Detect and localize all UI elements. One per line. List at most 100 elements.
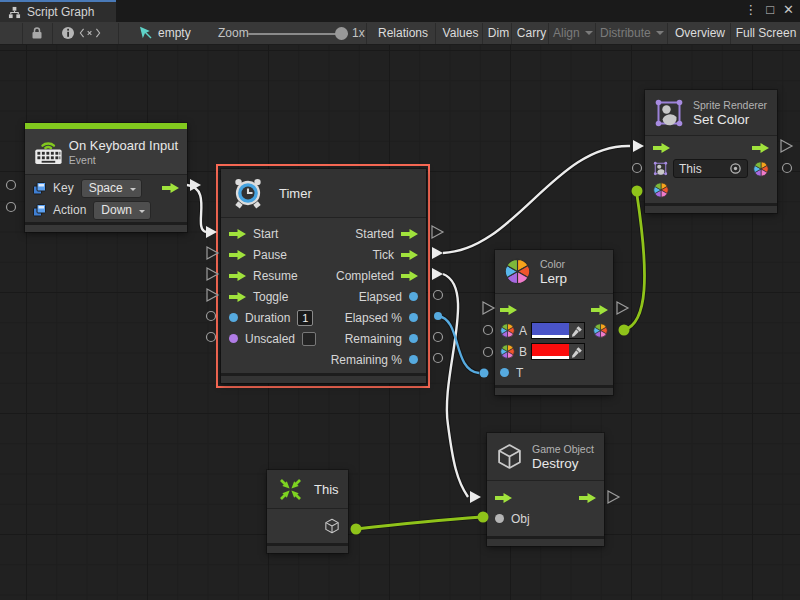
flow-in-port[interactable] — [229, 250, 246, 260]
port-triangle[interactable] — [781, 140, 792, 152]
port-label: Start — [253, 227, 278, 241]
node-category: Color — [540, 258, 567, 270]
flow-in-port[interactable] — [653, 143, 670, 153]
tab-script-graph[interactable]: Script Graph — [0, 0, 116, 22]
value-in-port[interactable] — [229, 334, 238, 343]
port-triangle[interactable] — [432, 226, 443, 238]
color-in-port[interactable] — [500, 323, 515, 338]
node-on-keyboard-input[interactable]: On Keyboard Input Event Key Space Action… — [25, 123, 187, 232]
zoom-slider-knob[interactable] — [335, 27, 348, 40]
value-out-port[interactable] — [409, 355, 418, 364]
port-circle[interactable] — [434, 333, 443, 342]
port-circle[interactable] — [484, 326, 493, 335]
graph-canvas[interactable]: On Keyboard Input Event Key Space Action… — [0, 45, 800, 600]
color-b-field[interactable] — [531, 343, 585, 360]
distribute-button[interactable]: Distribute — [600, 22, 664, 44]
keyboard-icon — [34, 138, 63, 166]
node-subtitle: Event — [69, 154, 178, 166]
info-button[interactable] — [58, 22, 78, 44]
flow-in-port[interactable] — [500, 305, 517, 315]
lock-icon — [30, 26, 44, 40]
port-circle[interactable] — [7, 203, 16, 212]
value-in-port[interactable] — [229, 313, 238, 322]
port-circle[interactable] — [7, 181, 16, 190]
wire-lerp-to-setcolor — [624, 195, 645, 330]
info-icon — [61, 26, 75, 40]
port-label: A — [519, 324, 527, 338]
port-circle[interactable] — [484, 348, 493, 357]
target-field[interactable]: This — [673, 159, 748, 178]
action-dropdown[interactable]: Down — [93, 201, 151, 220]
port-circle[interactable] — [434, 291, 443, 300]
port-triangle[interactable] — [617, 302, 628, 314]
eyedropper-button[interactable] — [569, 344, 584, 359]
flow-in-port[interactable] — [229, 229, 246, 239]
close-icon[interactable]: ✕ — [783, 2, 794, 17]
port-circle[interactable] — [207, 333, 216, 342]
port-triangle[interactable] — [608, 491, 619, 503]
graph-toolbar: empty Zoom 1x Relations Values Dim Carry… — [0, 22, 800, 45]
value-out-port[interactable] — [409, 292, 418, 301]
color-out-port[interactable] — [593, 323, 608, 338]
zoom-slider-track[interactable] — [248, 33, 348, 35]
port-circle[interactable] — [633, 164, 642, 173]
port-triangle[interactable] — [483, 302, 494, 314]
flow-in-port[interactable] — [229, 271, 246, 281]
align-button[interactable]: Align — [553, 22, 593, 44]
menu-icon[interactable]: ⋮ — [744, 2, 757, 17]
wire-arrow — [190, 179, 201, 191]
unscaled-checkbox[interactable] — [302, 332, 316, 346]
maximize-icon[interactable]: □ — [766, 2, 774, 17]
node-color-lerp[interactable]: Color Lerp A B T — [495, 250, 613, 395]
node-set-color[interactable]: Sprite Renderer Set Color This — [645, 90, 777, 213]
variable-icon — [33, 182, 46, 195]
node-timer[interactable]: Timer StartStarted PauseTick ResumeCompl… — [221, 169, 426, 383]
wire-completed-to-destroy — [443, 274, 468, 497]
object-picker-icon[interactable] — [729, 162, 742, 175]
wire-dot — [480, 369, 489, 378]
zoom-value: 1x — [352, 22, 365, 44]
action-label: Action — [53, 203, 86, 217]
color-in-port[interactable] — [653, 182, 669, 198]
port-label: Elapsed — [359, 290, 402, 304]
flow-out-port[interactable] — [401, 250, 418, 260]
value-out-port[interactable] — [409, 334, 418, 343]
relations-button[interactable]: Relations — [372, 22, 434, 44]
game-object-icon — [496, 443, 523, 470]
value-in-port[interactable] — [495, 514, 504, 523]
dim-button[interactable]: Dim — [486, 22, 511, 44]
flow-in-port[interactable] — [495, 493, 512, 503]
key-dropdown[interactable]: Space — [81, 179, 142, 198]
color-a-field[interactable] — [531, 322, 585, 339]
chevron-down-icon — [585, 31, 593, 39]
value-in-port[interactable] — [500, 368, 509, 377]
node-destroy[interactable]: Game Object Destroy Obj — [487, 433, 604, 546]
lock-button[interactable] — [27, 22, 47, 44]
values-button[interactable]: Values — [439, 22, 482, 44]
selection-button[interactable] — [138, 22, 154, 44]
value-out-port[interactable] — [409, 313, 418, 322]
eyedropper-icon — [571, 346, 583, 358]
overview-button[interactable]: Overview — [671, 22, 729, 44]
flow-out-port[interactable] — [162, 183, 179, 193]
carry-button[interactable]: Carry — [515, 22, 548, 44]
port-circle[interactable] — [434, 354, 443, 363]
wire-this-to-obj — [356, 517, 482, 529]
color-in-port[interactable] — [500, 344, 515, 359]
eyedropper-button[interactable] — [569, 323, 584, 338]
color-out-port[interactable] — [753, 161, 769, 177]
fullscreen-button[interactable]: Full Screen — [734, 22, 798, 44]
flow-out-port[interactable] — [401, 229, 418, 239]
code-preview-button[interactable] — [78, 22, 102, 44]
flow-out-port[interactable] — [591, 305, 608, 315]
wire-arrow — [432, 247, 443, 259]
duration-input[interactable]: 1 — [297, 310, 313, 326]
flow-out-port[interactable] — [579, 493, 596, 503]
flow-out-port[interactable] — [401, 271, 418, 281]
game-object-out-port[interactable] — [324, 518, 340, 534]
flow-in-port[interactable] — [229, 292, 246, 302]
port-circle[interactable] — [207, 312, 216, 321]
node-this[interactable]: This — [267, 470, 348, 553]
flow-out-port[interactable] — [752, 143, 769, 153]
port-circle[interactable] — [783, 164, 792, 173]
